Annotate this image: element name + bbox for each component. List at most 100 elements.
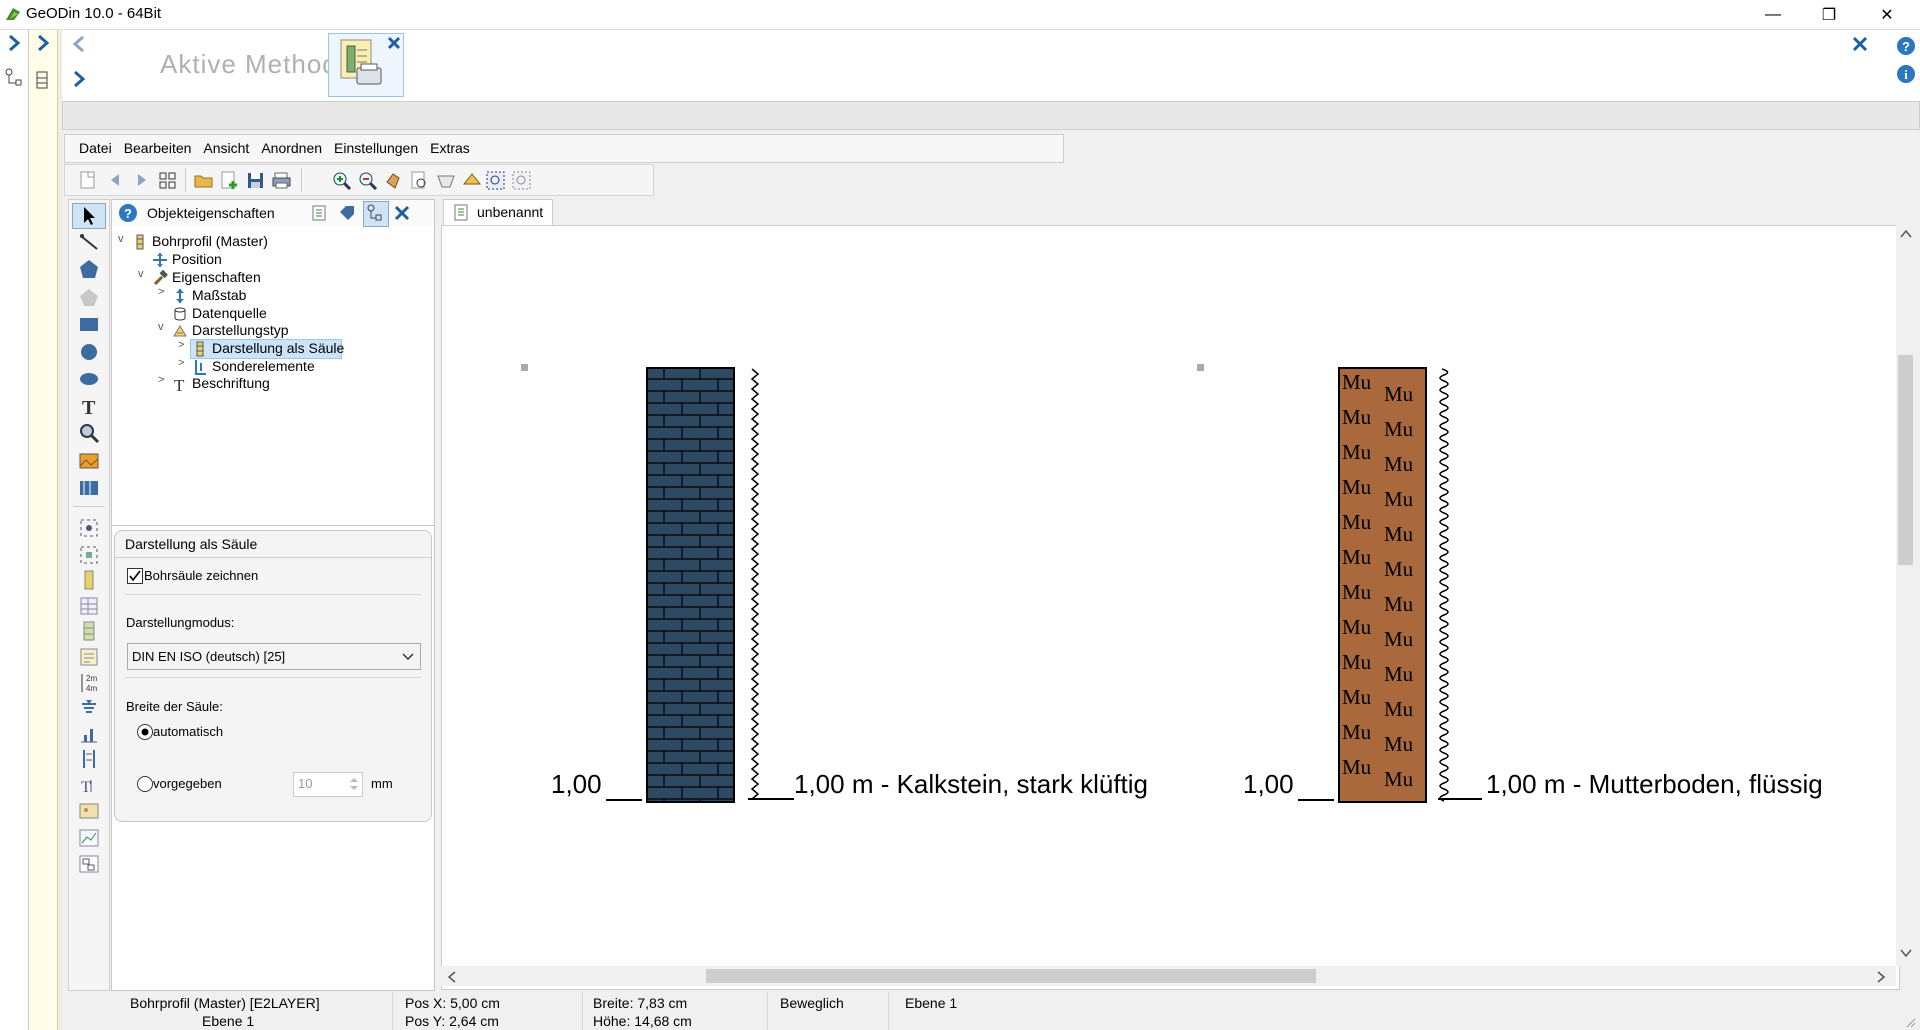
tree-item-position[interactable]: Position bbox=[172, 251, 222, 267]
chevron-right-icon[interactable] bbox=[72, 70, 86, 88]
draw-column-checkbox[interactable] bbox=[127, 568, 143, 584]
menu-anordnen[interactable]: Anordnen bbox=[255, 135, 328, 162]
chevron-right-icon[interactable] bbox=[6, 34, 22, 52]
draw-column-label[interactable]: Bohrsäule zeichnen bbox=[144, 568, 258, 583]
tree-item-bohrprofil[interactable]: Bohrprofil (Master) bbox=[152, 233, 268, 249]
radio-given-label[interactable]: vorgegeben bbox=[153, 776, 222, 791]
horizontal-scroll-thumb[interactable] bbox=[706, 969, 1316, 983]
new-page-icon[interactable] bbox=[77, 170, 99, 190]
scroll-left-icon[interactable] bbox=[447, 971, 457, 983]
display-mode-dropdown[interactable]: DIN EN ISO (deutsch) [25] bbox=[127, 643, 421, 670]
collapse-arrow-icon[interactable]: v bbox=[158, 321, 164, 333]
maximize-button[interactable]: ❐ bbox=[1806, 0, 1852, 29]
scroll-up-icon[interactable] bbox=[1900, 229, 1912, 239]
zoom-selection-icon[interactable] bbox=[461, 170, 483, 190]
expand-arrow-icon[interactable]: > bbox=[178, 357, 184, 369]
collapse-arrow-icon[interactable]: v bbox=[138, 268, 144, 280]
tree-item-darstellung-saeule[interactable]: Darstellung als Säule bbox=[212, 340, 344, 356]
tree-item-eigenschaften[interactable]: Eigenschaften bbox=[172, 269, 261, 285]
add-page-icon[interactable] bbox=[219, 170, 241, 190]
limestone-column[interactable] bbox=[646, 367, 738, 804]
hierarchy-icon[interactable] bbox=[4, 68, 24, 88]
column-chart-tool-icon[interactable] bbox=[78, 620, 100, 642]
zoom-tool-icon[interactable] bbox=[78, 422, 100, 444]
save-icon[interactable] bbox=[245, 170, 267, 190]
radio-automatic[interactable] bbox=[137, 724, 153, 740]
map-tool-icon[interactable] bbox=[78, 477, 100, 499]
vertical-scroll-thumb[interactable] bbox=[1898, 355, 1913, 565]
close-icon[interactable] bbox=[1852, 36, 1868, 52]
document-tab-unbenannt[interactable]: unbenannt bbox=[443, 199, 553, 226]
close-window-button[interactable]: ✕ bbox=[1864, 0, 1910, 29]
water-level-tool-icon[interactable] bbox=[78, 698, 100, 720]
expand-arrow-icon[interactable]: > bbox=[158, 374, 164, 386]
page-overview-icon[interactable] bbox=[157, 170, 179, 190]
shape-tool-icon[interactable] bbox=[78, 286, 100, 308]
selection-handle[interactable] bbox=[1197, 364, 1204, 371]
radio-automatic-label[interactable]: automatisch bbox=[153, 724, 223, 739]
open-folder-icon[interactable] bbox=[193, 170, 215, 190]
method-tile[interactable] bbox=[328, 33, 404, 97]
properties-page-icon[interactable] bbox=[310, 204, 328, 222]
oval-tool-icon[interactable] bbox=[78, 368, 100, 390]
menu-ansicht[interactable]: Ansicht bbox=[197, 135, 255, 162]
legend-tool-icon[interactable] bbox=[78, 646, 100, 668]
horizontal-scrollbar[interactable] bbox=[441, 966, 1896, 986]
database-icon[interactable] bbox=[35, 70, 49, 90]
help-icon[interactable]: ? bbox=[118, 203, 138, 223]
scroll-right-icon[interactable] bbox=[1876, 971, 1886, 983]
forward-arrow-icon[interactable] bbox=[131, 170, 153, 190]
minimize-button[interactable]: — bbox=[1750, 0, 1796, 29]
menu-extras[interactable]: Extras bbox=[424, 135, 476, 162]
dimension-tool-icon[interactable] bbox=[78, 517, 100, 539]
tree-item-massstab[interactable]: Maßstab bbox=[192, 287, 246, 303]
zoom-all-icon[interactable] bbox=[511, 170, 533, 190]
expand-arrow-icon[interactable]: > bbox=[178, 339, 184, 351]
line-chart-tool-icon[interactable] bbox=[78, 827, 100, 849]
chevron-right-icon[interactable] bbox=[35, 34, 51, 52]
close-icon[interactable] bbox=[394, 205, 410, 221]
label-tool-icon[interactable]: T bbox=[78, 774, 100, 796]
tree-item-darstellungstyp[interactable]: Darstellungstyp bbox=[192, 322, 289, 338]
text-tool-icon[interactable]: T bbox=[78, 395, 100, 417]
menu-einstellungen[interactable]: Einstellungen bbox=[328, 135, 424, 162]
ellipse-tool-icon[interactable] bbox=[78, 341, 100, 363]
close-icon[interactable] bbox=[387, 36, 401, 50]
rectangle-tool-icon[interactable] bbox=[78, 313, 100, 335]
table-tool-icon[interactable] bbox=[78, 595, 100, 617]
column-width-spinner[interactable]: 10 bbox=[293, 772, 363, 797]
image-tool-icon[interactable] bbox=[78, 450, 100, 472]
well-construction-tool-icon[interactable] bbox=[78, 748, 100, 770]
zoom-out-icon[interactable] bbox=[357, 170, 379, 190]
zoom-fit-icon[interactable] bbox=[485, 170, 507, 190]
zoom-in-icon[interactable] bbox=[331, 170, 353, 190]
chevron-left-icon[interactable] bbox=[72, 35, 86, 53]
depth-scale-tool-icon[interactable]: 2m4m bbox=[78, 672, 100, 694]
group-tool-icon[interactable] bbox=[78, 544, 100, 566]
line-tool-icon[interactable] bbox=[78, 231, 100, 253]
tag-icon[interactable] bbox=[338, 204, 356, 222]
vertical-scrollbar[interactable] bbox=[1896, 225, 1915, 966]
print-icon[interactable] bbox=[271, 170, 293, 190]
zoom-page-icon[interactable] bbox=[409, 170, 431, 190]
picture-frame-tool-icon[interactable] bbox=[78, 800, 100, 822]
hierarchy-icon[interactable] bbox=[366, 204, 384, 222]
expand-arrow-icon[interactable]: > bbox=[158, 286, 164, 298]
collapse-arrow-icon[interactable]: v bbox=[118, 233, 124, 245]
menu-bearbeiten[interactable]: Bearbeiten bbox=[118, 135, 198, 162]
selection-handle[interactable] bbox=[521, 364, 528, 371]
radio-given[interactable] bbox=[137, 776, 153, 792]
menu-datei[interactable]: Datei bbox=[73, 135, 118, 162]
polygon-tool-icon[interactable] bbox=[78, 258, 100, 280]
layer-column-icon[interactable] bbox=[78, 569, 100, 591]
topsoil-column[interactable]: Mu Mu Mu Mu Mu Mu Mu Mu Mu Mu Mu Mu Mu Mu Mu Mu Mu Mu Mu Mu… bbox=[1338, 367, 1430, 804]
panel-splitter[interactable] bbox=[112, 525, 434, 526]
diagram-tool-icon[interactable] bbox=[78, 853, 100, 875]
tree-item-beschriftung[interactable]: Beschriftung bbox=[192, 375, 270, 391]
tree-item-sonderelemente[interactable]: Sonderelemente bbox=[212, 358, 315, 374]
scroll-down-icon[interactable] bbox=[1900, 948, 1912, 958]
select-arrow-icon[interactable] bbox=[78, 205, 100, 227]
back-arrow-icon[interactable] bbox=[105, 170, 127, 190]
layout-canvas[interactable]: 1,00 1,00 m - Kalkstein, stark klüftig 1… bbox=[441, 225, 1900, 990]
resize-grip-icon[interactable] bbox=[1904, 1016, 1916, 1028]
